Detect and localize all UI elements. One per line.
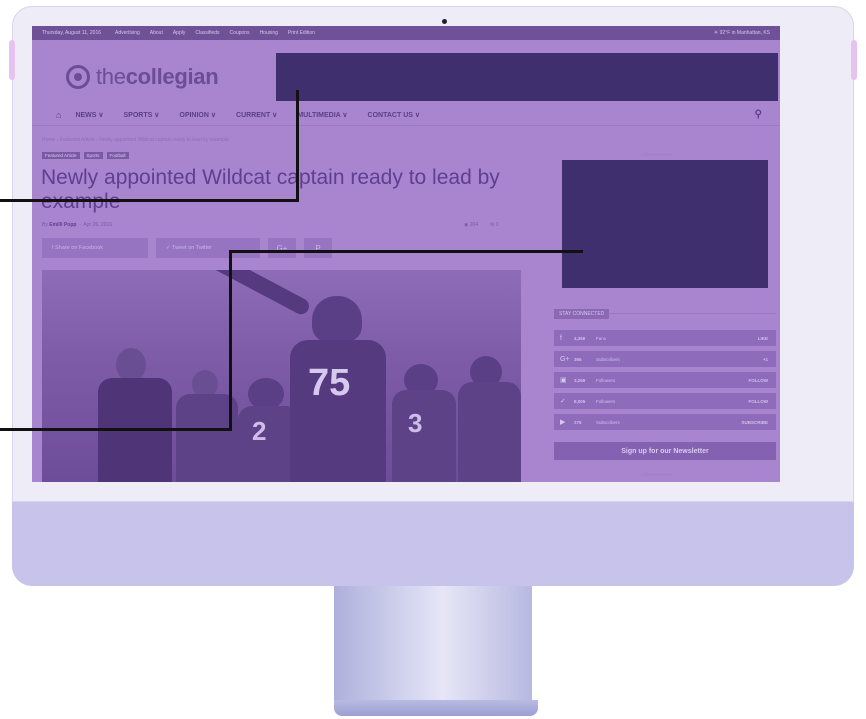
- social-row-twitter[interactable]: ✓ 8,005 Followers FOLLOW: [554, 393, 776, 409]
- home-icon[interactable]: ⌂: [56, 110, 61, 120]
- article-byline: By Emilli Popp - Apr 26, 2016: [42, 222, 113, 228]
- photo-jersey-right: 3: [408, 408, 423, 438]
- main-nav: ⌂ NEWS ∨ SPORTS ∨ OPINION ∨ CURRENT ∨ MU…: [32, 104, 780, 126]
- article-tags: Featured Article Sports Football: [42, 152, 129, 159]
- side-glint-left: [9, 40, 15, 80]
- photo-player-main: 75: [207, 270, 386, 482]
- tag-featured[interactable]: Featured Article: [42, 152, 80, 159]
- top-bar-date: Thursday, August 11, 2016: [42, 30, 102, 36]
- tag-sports[interactable]: Sports: [83, 152, 103, 159]
- top-link[interactable]: Advertising: [115, 30, 140, 36]
- callout-line-sidebar-vertical: [229, 250, 232, 431]
- photo-player-right: [392, 390, 456, 482]
- collegian-logo-icon: [66, 65, 90, 89]
- instagram-icon: ▣: [560, 377, 567, 384]
- article-stats: ◉ 204 ✉ 0: [464, 222, 498, 228]
- logo-prefix: the: [96, 64, 126, 89]
- article-photo: 2 75 3: [42, 270, 521, 482]
- screen: Thursday, August 11, 2016 Advertising Ab…: [32, 26, 780, 482]
- camera-icon: [442, 19, 447, 24]
- callout-line-header-vertical: [296, 90, 299, 202]
- top-bar: Thursday, August 11, 2016 Advertising Ab…: [32, 26, 780, 40]
- article-headline: Newly appointed Wildcat captain ready to…: [41, 166, 500, 213]
- monitor-stand-neck: [334, 586, 532, 702]
- search-icon[interactable]: ⚲: [755, 109, 762, 120]
- article-date: Apr 26, 2016: [83, 222, 113, 228]
- newsletter-signup-button[interactable]: Sign up for our Newsletter: [554, 442, 776, 460]
- monitor-chin: [12, 502, 854, 586]
- side-glint-right: [851, 40, 857, 80]
- site-logo[interactable]: thecollegian: [66, 64, 219, 90]
- photo-figure-head: [116, 348, 146, 382]
- nav-item-multimedia[interactable]: MULTIMEDIA ∨: [297, 111, 347, 119]
- share-twitter-button[interactable]: ✓ Tweet on Twitter: [156, 238, 260, 258]
- share-pinterest-button[interactable]: P: [304, 238, 332, 258]
- social-row-google[interactable]: G+ 365 Subscribers +1: [554, 351, 776, 367]
- nav-item-current[interactable]: CURRENT ∨: [236, 111, 277, 119]
- logo-name: collegian: [125, 64, 219, 89]
- breadcrumb[interactable]: Home › Featured Article › Newly appointe…: [42, 137, 229, 143]
- views-count: ◉ 204: [464, 222, 479, 228]
- callout-line-sidebar-horizontal: [229, 250, 583, 253]
- stay-connected-header: STAY CONNECTED: [554, 302, 776, 319]
- share-google-button[interactable]: G+: [268, 238, 296, 258]
- callout-line-header-horizontal: [0, 199, 299, 202]
- photo-jersey-left: 2: [252, 416, 267, 446]
- social-row-facebook[interactable]: f 4,356 Fans LIKE: [554, 330, 776, 346]
- facebook-icon: f: [560, 334, 562, 342]
- top-bar-links: Advertising About Apply Classifieds Coup…: [115, 30, 315, 36]
- google-plus-icon: G+: [560, 355, 570, 363]
- share-bar: f Share on Facebook ✓ Tweet on Twitter G…: [42, 238, 332, 258]
- photo-player-far-right: [458, 382, 521, 482]
- twitter-icon: ✓: [560, 398, 566, 405]
- callout-line-sidebar-bottom: [0, 428, 232, 431]
- nav-item-sports[interactable]: SPORTS ∨: [124, 111, 160, 119]
- top-link[interactable]: Classifieds: [195, 30, 219, 36]
- social-row-youtube[interactable]: ▶ 275 Subscribers SUBSCRIBE: [554, 414, 776, 430]
- top-link[interactable]: Housing: [260, 30, 278, 36]
- top-link[interactable]: Print Edition: [288, 30, 315, 36]
- nav-item-opinion[interactable]: OPINION ∨: [179, 111, 216, 119]
- social-row-instagram[interactable]: ▣ 3,269 Followers FOLLOW: [554, 372, 776, 388]
- nav-item-contact[interactable]: CONTACT US ∨: [368, 111, 420, 119]
- photo-jersey-main: 75: [308, 362, 351, 404]
- top-link[interactable]: Coupons: [230, 30, 250, 36]
- sidebar-ad-label-bottom: - Advertisement -: [640, 472, 675, 477]
- tag-football[interactable]: Football: [106, 152, 129, 159]
- nav-item-news[interactable]: NEWS ∨: [75, 111, 103, 119]
- comments-count[interactable]: ✉ 0: [490, 222, 498, 228]
- monitor-stand-foot: [334, 700, 538, 716]
- top-link[interactable]: About: [150, 30, 163, 36]
- sidebar-ad-label: - Advertisement -: [640, 152, 675, 157]
- sidebar-ad-placeholder[interactable]: [562, 160, 768, 288]
- header-ad-placeholder[interactable]: [276, 53, 778, 101]
- share-facebook-button[interactable]: f Share on Facebook: [42, 238, 148, 258]
- top-link[interactable]: Apply: [173, 30, 186, 36]
- article-author[interactable]: Emilli Popp: [49, 222, 76, 228]
- weather-widget: ☀ 92°F in Manhattan, KS: [713, 30, 770, 36]
- youtube-icon: ▶: [560, 419, 566, 426]
